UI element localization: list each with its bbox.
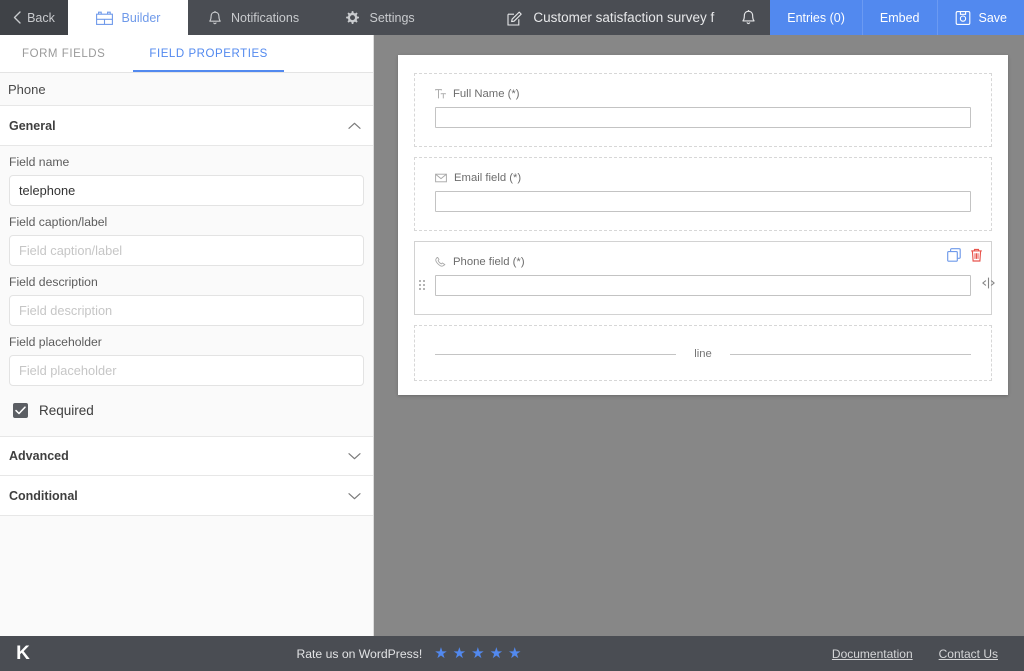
rating-stars[interactable]: ★ ★ ★ ★ ★ [434, 646, 521, 661]
tab-settings-label: Settings [370, 11, 415, 25]
section-conditional[interactable]: Conditional [0, 476, 373, 516]
bell-icon [208, 10, 222, 26]
form-field-email[interactable]: Email field (*) [414, 157, 992, 231]
builder-blocks-icon [96, 11, 113, 25]
section-advanced[interactable]: Advanced [0, 436, 373, 476]
form-field-line-separator[interactable]: line [414, 325, 992, 381]
notifications-bell-button[interactable] [726, 0, 770, 35]
duplicate-icon[interactable] [947, 248, 961, 262]
section-general[interactable]: General [0, 106, 373, 146]
form-title-text: Customer satisfaction survey f [533, 10, 714, 25]
selected-field-type-label: Phone [8, 82, 46, 97]
topbar-actions: Entries (0) Embed Save [770, 0, 1024, 35]
form-field-phone-tools [947, 248, 983, 262]
phone-handset-icon [435, 257, 446, 268]
form-title-editor[interactable]: Customer satisfaction survey f [495, 0, 726, 35]
form-field-phone-input[interactable] [435, 275, 971, 296]
field-caption-input[interactable] [9, 235, 364, 266]
form-field-phone-text: Phone field (*) [453, 256, 525, 268]
field-name-label: Field name [9, 146, 364, 175]
line-separator-row: line [435, 326, 971, 380]
tab-builder[interactable]: Builder [68, 0, 188, 35]
star-icon[interactable]: ★ [508, 646, 521, 661]
documentation-link[interactable]: Documentation [832, 647, 913, 661]
top-bar: Back Builder N [0, 0, 1024, 35]
panel-tabs: FORM FIELDS FIELD PROPERTIES [0, 35, 373, 73]
entries-button[interactable]: Entries (0) [770, 0, 863, 35]
required-label: Required [39, 403, 94, 418]
star-icon[interactable]: ★ [490, 646, 503, 661]
tab-field-properties[interactable]: FIELD PROPERTIES [127, 35, 290, 72]
form-field-email-text: Email field (*) [454, 172, 521, 184]
tab-builder-label: Builder [122, 11, 161, 25]
save-label: Save [979, 11, 1008, 25]
form-field-full-name[interactable]: Full Name (*) [414, 73, 992, 147]
form-field-full-name-text: Full Name (*) [453, 88, 520, 100]
form-field-email-label: Email field (*) [435, 172, 971, 184]
tab-form-fields-label: FORM FIELDS [22, 48, 105, 60]
trash-icon[interactable] [970, 248, 983, 262]
form-field-full-name-input[interactable] [435, 107, 971, 128]
footer-bar: K Rate us on WordPress! ★ ★ ★ ★ ★ Docume… [0, 636, 1024, 671]
required-checkbox-row[interactable]: Required [9, 386, 364, 434]
section-general-label: General [9, 119, 56, 133]
field-placeholder-input[interactable] [9, 355, 364, 386]
text-format-icon [435, 89, 446, 100]
form-field-full-name-label: Full Name (*) [435, 88, 971, 100]
tab-notifications-label: Notifications [231, 11, 299, 25]
save-disk-icon [955, 10, 971, 26]
save-button[interactable]: Save [938, 0, 1024, 35]
embed-button[interactable]: Embed [863, 0, 938, 35]
chevron-up-icon [348, 122, 361, 130]
line-separator-label: line [676, 348, 730, 360]
form-field-email-input[interactable] [435, 191, 971, 212]
rate-us-label: Rate us on WordPress! [296, 647, 422, 661]
selected-field-type: Phone [0, 73, 373, 106]
entries-label: Entries (0) [787, 11, 845, 25]
chevron-down-icon [348, 452, 361, 460]
form-field-phone-label: Phone field (*) [435, 256, 971, 268]
embed-label: Embed [880, 11, 920, 25]
section-conditional-label: Conditional [9, 489, 78, 503]
form-canvas: Full Name (*) Email field (*) [374, 35, 1024, 636]
section-advanced-label: Advanced [9, 449, 69, 463]
field-name-input[interactable] [9, 175, 364, 206]
line-separator-left [435, 354, 676, 355]
gear-icon [344, 9, 361, 26]
envelope-icon [435, 173, 447, 183]
bell-icon [741, 9, 756, 26]
chevron-down-icon [348, 492, 361, 500]
field-caption-label: Field caption/label [9, 206, 364, 235]
topbar-spacer [439, 0, 495, 35]
back-button[interactable]: Back [0, 0, 68, 35]
line-separator-right [730, 354, 971, 355]
star-icon[interactable]: ★ [453, 646, 466, 661]
resize-handle-icon[interactable] [982, 276, 995, 294]
footer-links: Documentation Contact Us [832, 647, 1024, 661]
tab-settings[interactable]: Settings [319, 0, 439, 35]
drag-handle-icon[interactable] [419, 280, 425, 290]
field-properties-panel: FORM FIELDS FIELD PROPERTIES Phone Gener… [0, 35, 374, 636]
form-preview-card: Full Name (*) Email field (*) [398, 55, 1008, 395]
general-section-body: Field name Field caption/label Field des… [0, 146, 373, 436]
back-label: Back [27, 11, 55, 25]
rate-us-section: Rate us on WordPress! ★ ★ ★ ★ ★ [0, 646, 832, 661]
star-icon[interactable]: ★ [471, 646, 484, 661]
form-builder-app: Back Builder N [0, 0, 1024, 671]
star-icon[interactable]: ★ [434, 646, 447, 661]
required-checkbox[interactable] [13, 403, 28, 418]
field-description-label: Field description [9, 266, 364, 295]
field-description-input[interactable] [9, 295, 364, 326]
edit-pencil-square-icon [507, 10, 523, 26]
chevron-left-icon [13, 11, 21, 24]
tab-form-fields[interactable]: FORM FIELDS [0, 35, 127, 72]
tab-notifications[interactable]: Notifications [188, 0, 319, 35]
contact-us-link[interactable]: Contact Us [939, 647, 998, 661]
form-field-phone[interactable]: Phone field (*) [414, 241, 992, 315]
tab-field-properties-label: FIELD PROPERTIES [149, 48, 268, 60]
field-placeholder-label: Field placeholder [9, 326, 364, 355]
